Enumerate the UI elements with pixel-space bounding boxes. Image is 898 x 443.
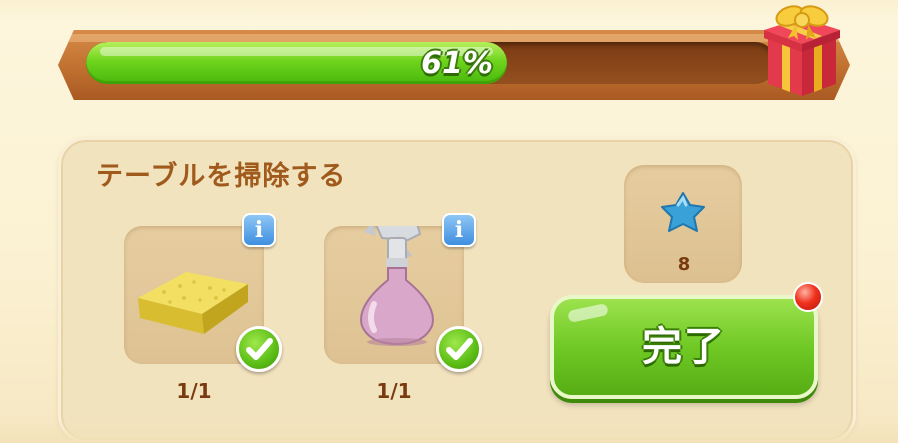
bottom-background-band — [0, 420, 898, 443]
reward-count: 8 — [677, 254, 691, 275]
completed-check-icon — [436, 326, 482, 372]
item-quantity-spray-bottle: 1/1 — [376, 379, 412, 403]
notification-dot — [793, 282, 823, 312]
complete-button-label: 完了 — [642, 324, 726, 370]
item-quantity-sponge: 1/1 — [176, 379, 212, 403]
complete-button[interactable]: 完了 — [550, 295, 818, 399]
gift-box-icon[interactable] — [762, 0, 842, 100]
info-button-sponge[interactable]: i — [242, 213, 276, 247]
completed-check-icon — [236, 326, 282, 372]
progress-percent-label: 61% — [421, 46, 493, 81]
blue-star-icon — [661, 192, 705, 232]
task-title: テーブルを掃除する — [96, 161, 347, 192]
info-button-spray-bottle[interactable]: i — [442, 213, 476, 247]
info-icon: i — [254, 217, 264, 243]
info-icon: i — [454, 217, 464, 243]
